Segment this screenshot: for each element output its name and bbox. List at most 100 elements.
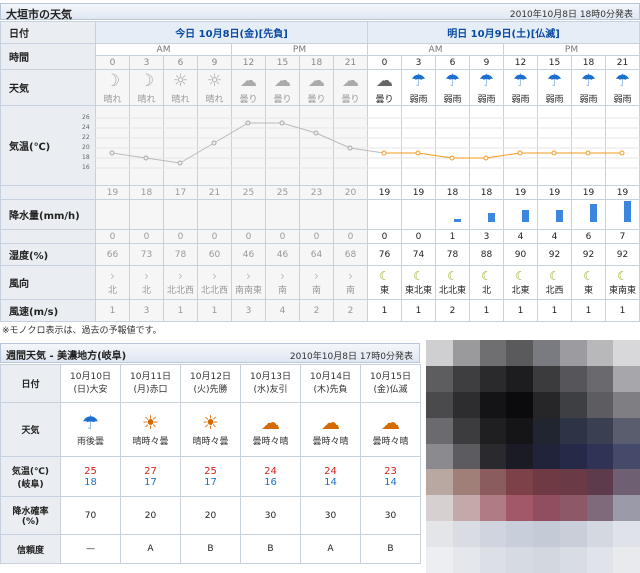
- precip-values-row: 0000000000134467: [0, 229, 640, 244]
- mosaic-tile: [479, 417, 507, 445]
- mosaic-tile: [559, 469, 587, 496]
- weekly-reliability-label: 信頼度: [0, 534, 61, 564]
- wind-speed-value: 4: [265, 299, 300, 322]
- wind-speed-value: 1: [367, 299, 403, 322]
- wind-dir-text: 北: [141, 286, 151, 296]
- weather-cell: ☼ 晴れ: [163, 69, 198, 106]
- weekly-date: 10月11日: [130, 371, 171, 382]
- mosaic-tile: [452, 391, 480, 419]
- mosaic-tile: [586, 417, 614, 445]
- humidity-value: 78: [435, 243, 471, 266]
- temp-ytick: 16: [82, 164, 90, 171]
- precip-label: 降水量(mm/h): [0, 199, 96, 230]
- hour-cell: 9: [469, 55, 505, 70]
- mosaic-tile: [533, 521, 561, 548]
- wind-arrow-icon: ☾: [583, 269, 594, 283]
- temp-ytick: 22: [82, 134, 90, 141]
- mosaic-tile: [506, 443, 534, 470]
- wind-dir-text: 南: [311, 286, 321, 296]
- hour-cell: 21: [605, 55, 640, 70]
- mosaic-tile: [479, 547, 507, 573]
- mosaic-tile: [479, 469, 507, 496]
- wind-speed-value: 1: [163, 299, 198, 322]
- humidity-value: 90: [503, 243, 539, 266]
- wind-dir-cell: ☾ 東: [571, 265, 607, 300]
- hour-cell: 21: [332, 55, 369, 70]
- weekly-reliability-value: A: [120, 534, 181, 564]
- wind-dir-text: 北北西: [200, 286, 228, 296]
- today-pm: PM: [230, 43, 369, 56]
- wind-speed-value: 1: [571, 299, 607, 322]
- humidity-value: 76: [367, 243, 403, 266]
- temp-point: [109, 150, 115, 156]
- umbrella-icon: ☂: [580, 71, 597, 91]
- wind-speed-value: 1: [537, 299, 573, 322]
- wind-dir-text: 東: [380, 286, 390, 296]
- mosaic-tile: [559, 547, 587, 573]
- cloud-icon: ☁: [274, 71, 291, 91]
- precip-bar: [624, 201, 631, 222]
- umbrella-icon: ☂: [410, 71, 427, 91]
- hour-cell: 0: [367, 55, 403, 70]
- weekly-temp-low: 14: [384, 476, 397, 488]
- wind-dir-cell: ☾ 北: [469, 265, 505, 300]
- weekly-temp-low: 17: [144, 476, 157, 488]
- wind-dir-text: 南: [277, 286, 287, 296]
- weekly-weather-text: 晴時々曇: [132, 437, 169, 447]
- mosaic-tile: [479, 495, 507, 522]
- temp-point: [313, 130, 319, 136]
- humidity-value: 68: [332, 243, 369, 266]
- weather-text: 弱雨: [409, 95, 428, 105]
- weather-text: 晴れ: [137, 95, 156, 105]
- weekly-rain-value: 20: [180, 496, 241, 535]
- hour-cell: 3: [129, 55, 164, 70]
- mosaic-tile: [613, 469, 640, 496]
- mosaic-tile: [426, 340, 454, 367]
- temp-point: [177, 160, 183, 166]
- weekly-temp-low: 14: [324, 476, 337, 488]
- date-label: 日付: [0, 21, 96, 44]
- temp-ytick: 24: [82, 124, 90, 131]
- weather-text: 曇り: [307, 95, 326, 105]
- humidity-row: 湿度(%) 66 73 78 60 46 46 64 68 76 74 78 88 90 92 92 92: [0, 243, 640, 266]
- mosaic-tile: [452, 521, 480, 548]
- weather-text: 弱雨: [477, 95, 496, 105]
- temp-point: [483, 155, 489, 161]
- mosaic-tile: [586, 365, 614, 393]
- weekly-temp-cell: 23 14: [360, 456, 421, 497]
- weather-cell: ☂ 弱雨: [605, 69, 640, 106]
- weekly-weather-text: 曇時々晴: [252, 437, 289, 447]
- weekly-title[interactable]: 週間天気 - 美濃地方(岐阜): [6, 347, 126, 362]
- time-label: 時間: [0, 43, 96, 70]
- mosaic-tile: [586, 340, 614, 367]
- today-am: AM: [95, 43, 232, 56]
- precip-bar: [488, 213, 495, 222]
- wind-dir-row: 風向 › 北 › 北 › 北北西 › 北北西 › 南南東 › 南 › 南 › 南 ☾ 東 ☾ 東北東 ☾ 北北東 ☾ 北 ☾ 北東…: [0, 265, 640, 300]
- precip-bar: [590, 204, 597, 222]
- weekly-weather-cell: ☀ 晴時々曇: [120, 402, 181, 457]
- temp-ytick: 18: [82, 154, 90, 161]
- weekly-dow: (金)仏滅: [373, 384, 408, 395]
- wind-dir-text: 東北東: [405, 286, 433, 296]
- weekly-reliability-value: B: [180, 534, 241, 564]
- sun-cloud-icon: ☀: [201, 412, 220, 434]
- temp-ytick: 26: [82, 114, 90, 121]
- hour-cell: 12: [503, 55, 539, 70]
- tomorrow-header[interactable]: 明日 10月9日(土)[仏滅]: [367, 21, 640, 44]
- mosaic-tile: [506, 495, 534, 522]
- today-header[interactable]: 今日 10月8日(金)[先負]: [94, 21, 369, 44]
- wind-dir-text: 北北東: [439, 286, 467, 296]
- pixelated-photo: [426, 340, 640, 573]
- wind-dir-text: 南南東: [234, 286, 262, 296]
- mosaic-tile: [506, 469, 534, 496]
- mosaic-tile: [613, 417, 640, 445]
- humidity-label: 湿度(%): [0, 243, 96, 266]
- weather-cell: ☁ 曇り: [231, 69, 266, 106]
- weekly-rain-value: 30: [360, 496, 421, 535]
- precip-value: 0: [129, 229, 164, 244]
- weekly-weather-text: 曇時々晴: [312, 437, 349, 447]
- temp-point: [211, 140, 217, 146]
- moon-icon: ☽: [104, 71, 121, 91]
- temp-point: [381, 150, 387, 156]
- wind-arrow-icon: ›: [246, 269, 251, 283]
